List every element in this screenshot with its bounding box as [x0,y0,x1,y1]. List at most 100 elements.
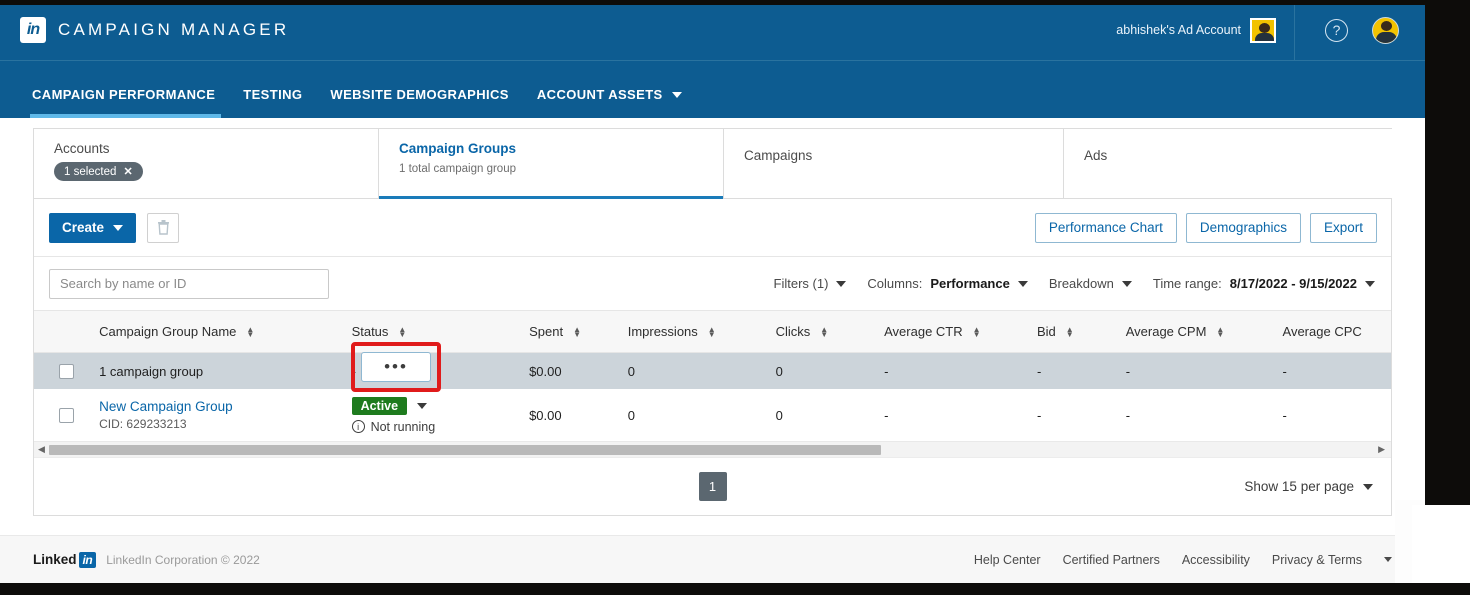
column-average-ctr[interactable]: Average CTR ▲ ▼ [884,324,1037,339]
nav-item-campaign-performance[interactable]: CAMPAIGN PERFORMANCE [20,87,231,118]
column-label: Average CTR [884,324,963,339]
nav-item-website-demographics[interactable]: WEBSITE DEMOGRAPHICS [318,87,524,118]
filters-dropdown[interactable]: Filters (1) [774,276,847,291]
ad-account-avatar [1250,17,1276,43]
footer-link-privacy-terms[interactable]: Privacy & Terms [1272,553,1362,567]
column-campaign-group-name[interactable]: Campaign Group Name ▲ ▼ [99,324,351,339]
footer-link-help-center[interactable]: Help Center [974,553,1041,567]
tab-campaign-groups[interactable]: Campaign Groups 1 total campaign group [379,129,724,199]
entity-tab-strip: Accounts 1 selected ✕ Campaign Groups 1 … [34,129,1392,199]
column-label: Average CPM [1125,324,1207,339]
footer-link-accessibility[interactable]: Accessibility [1182,553,1250,567]
column-average-cpc[interactable]: Average CPC [1283,324,1391,339]
campaign-group-link[interactable]: New Campaign Group [99,399,351,414]
sort-icon[interactable]: ▲ ▼ [246,325,254,338]
column-label: Impressions [627,324,698,339]
column-average-cpm[interactable]: Average CPM ▲ ▼ [1126,324,1283,339]
time-range-dropdown[interactable]: Time range: 8/17/2022 - 9/15/2022 [1153,276,1375,291]
video-frame-bottom [0,583,1470,595]
page-footer: Linked in LinkedIn Corporation © 2022 He… [0,535,1425,583]
nav-label: CAMPAIGN PERFORMANCE [32,87,216,102]
filter-controls: Filters (1) Columns: Performance Breakdo… [774,276,1377,291]
user-avatar[interactable] [1372,16,1399,44]
delete-button[interactable] [147,212,180,243]
demographics-button[interactable]: Demographics [1185,212,1301,243]
action-toolbar: Create Performance Chart Demographics Ex… [34,199,1391,257]
ad-account-name: abhishek's Ad Account [1116,23,1241,37]
column-label: Spent [529,324,564,339]
chevron-down-icon [113,224,124,231]
chevron-down-icon [1363,483,1373,490]
per-page-dropdown[interactable]: Show 15 per page [1244,479,1391,494]
column-label: Bid [1036,324,1056,339]
sort-icon[interactable]: ▲ ▼ [1216,325,1224,338]
tab-subtitle: 1 total campaign group [399,163,516,175]
create-label: Create [62,220,105,235]
close-icon[interactable]: ✕ [123,165,132,178]
footer-link-certified-partners[interactable]: Certified Partners [1063,553,1160,567]
footer-logo-linked: Linked [33,552,77,567]
sort-icon[interactable]: ▲ ▼ [398,325,406,338]
row-status-cell: Active i Not running [351,396,530,434]
column-label: Average CPC [1282,324,1362,339]
tab-label: Ads [1084,148,1108,163]
export-button[interactable]: Export [1309,212,1377,243]
app-screen: in CAMPAIGN MANAGER abhishek's Ad Accoun… [0,0,1425,583]
app-title: CAMPAIGN MANAGER [58,20,290,39]
row-clicks: 0 [775,407,783,423]
summary-average-cpm: - [1125,363,1131,379]
footer-logo-in-icon: in [78,551,97,568]
horizontal-scrollbar[interactable]: ◀ ▶ [34,442,1391,458]
performance-chart-button[interactable]: Performance Chart [1034,212,1177,243]
tab-ads[interactable]: Ads [1064,129,1392,198]
help-icon[interactable]: ? [1325,18,1348,42]
row-spent: $0.00 [529,407,562,423]
column-clicks[interactable]: Clicks ▲ ▼ [776,324,884,339]
trash-icon [157,220,169,235]
nav-label: WEBSITE DEMOGRAPHICS [330,87,509,102]
accounts-selected-chip[interactable]: 1 selected ✕ [54,162,143,181]
nav-item-testing[interactable]: TESTING [231,87,318,118]
tab-label: Campaign Groups [399,141,517,156]
pagination-bar: 1 Show 15 per page [34,458,1391,515]
filters-label: Filters (1) [773,276,829,291]
sort-icon[interactable]: ▲ ▼ [973,325,981,338]
sort-icon[interactable]: ▲ ▼ [573,325,581,338]
sort-icon[interactable]: ▲ ▼ [708,325,716,338]
column-bid[interactable]: Bid ▲ ▼ [1037,324,1126,339]
tab-accounts[interactable]: Accounts 1 selected ✕ [34,129,379,198]
scroll-track[interactable] [45,444,1378,455]
tab-campaigns[interactable]: Campaigns [724,129,1064,198]
page-number-1[interactable]: 1 [698,472,727,501]
search-input[interactable] [49,268,329,299]
checkbox[interactable] [59,407,75,423]
summary-average-cpc: - [1282,363,1287,379]
column-impressions[interactable]: Impressions ▲ ▼ [628,324,776,339]
breakdown-dropdown[interactable]: Breakdown [1049,276,1132,291]
scroll-left-arrow-icon[interactable]: ◀ [34,444,45,455]
copyright-text: LinkedIn Corporation © 2022 [106,552,260,567]
columns-dropdown[interactable]: Columns: Performance [867,276,1028,291]
scroll-right-arrow-icon[interactable]: ▶ [1378,444,1391,455]
create-button[interactable]: Create [49,212,137,243]
chevron-down-icon[interactable] [417,402,428,409]
column-status[interactable]: Status ▲ ▼ [352,324,530,339]
chevron-down-icon [836,280,847,287]
header-right: abhishek's Ad Account ? [1116,0,1425,60]
linkedin-footer-logo: Linked in [33,551,97,568]
checkbox[interactable] [59,363,75,379]
row-checkbox-cell[interactable] [34,407,99,423]
brand-area[interactable]: in CAMPAIGN MANAGER [0,17,289,43]
row-actions-button[interactable]: ••• [361,352,431,382]
sort-icon[interactable]: ▲ ▼ [1066,325,1074,338]
filter-row: Filters (1) Columns: Performance Breakdo… [34,257,1391,310]
nav-item-account-assets[interactable]: ACCOUNT ASSETS [525,87,698,118]
table-header-row: Campaign Group Name ▲ ▼ Status ▲ ▼ Spent ▲… [34,310,1391,353]
column-spent[interactable]: Spent ▲ ▼ [529,324,628,339]
ad-account-selector[interactable]: abhishek's Ad Account [1116,0,1295,60]
nav-label: ACCOUNT ASSETS [536,87,663,102]
summary-checkbox-cell[interactable] [34,363,99,379]
chevron-down-icon[interactable] [1384,557,1392,562]
sort-icon[interactable]: ▲ ▼ [820,325,828,338]
scroll-thumb[interactable] [48,444,881,455]
